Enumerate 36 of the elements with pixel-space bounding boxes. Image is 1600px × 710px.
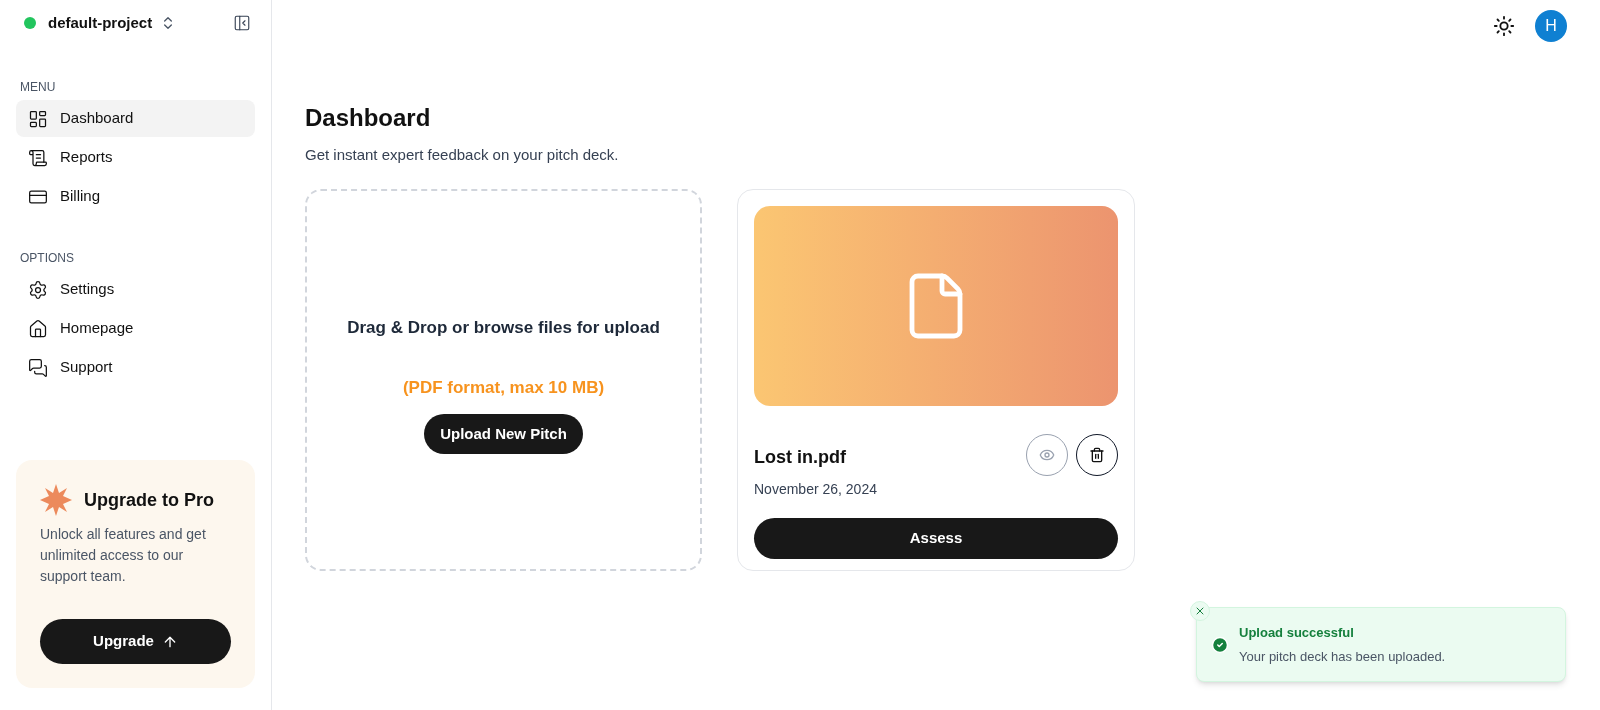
toast-title: Upload successful — [1239, 624, 1355, 642]
nav-item[interactable]: Reports — [16, 139, 255, 176]
section-heading: MENU — [19, 79, 57, 96]
file-name: Lost in.pdf — [754, 445, 847, 469]
upgrade-title: Upgrade to Pro — [84, 488, 214, 512]
nav-item[interactable]: Settings — [16, 271, 255, 308]
format-hint: (PDF format, max 10 MB) — [402, 376, 605, 399]
upload-button[interactable]: Upload New Pitch — [424, 414, 583, 454]
page-title: Dashboard — [305, 103, 432, 133]
gear-icon — [28, 279, 48, 300]
dropzone-text: Drag & Drop or browse files for upload — [347, 317, 660, 339]
section-heading: OPTIONS — [19, 250, 75, 267]
assess-button[interactable]: Assess — [754, 517, 1118, 559]
sidebar-toggle-icon[interactable] — [233, 14, 251, 32]
trash-icon — [1089, 446, 1105, 463]
success-icon — [1211, 635, 1229, 654]
chat-icon — [28, 357, 48, 378]
upgrade-text: Unlock all features and get unlimited access to our support team. — [40, 525, 207, 586]
dashboard-icon — [28, 108, 48, 129]
toast-message: Your pitch deck has been uploaded. — [1239, 647, 1446, 666]
close-button[interactable] — [1190, 601, 1210, 621]
dropzone[interactable]: Drag & Drop or browse files for upload (PDF format, max 10 MB) Upload New Pitch — [305, 188, 702, 571]
close-icon — [1194, 605, 1206, 617]
upgrade-button[interactable]: Upgrade — [40, 619, 231, 664]
project-name[interactable]: default-project — [48, 11, 153, 35]
nav-item[interactable]: Dashboard — [16, 100, 255, 137]
nav-item[interactable]: Support — [16, 349, 255, 386]
scroll-icon — [28, 147, 48, 168]
nav-item[interactable]: Homepage — [16, 310, 255, 347]
page-subtitle: Get instant expert feedback on your pitch deck. — [305, 145, 620, 165]
file-date: November 26, 2024 — [754, 479, 877, 499]
theme-toggle-icon[interactable] — [1493, 15, 1515, 37]
starburst-icon — [40, 484, 72, 516]
nav-item[interactable]: Billing — [16, 178, 255, 215]
avatar[interactable]: H — [1535, 10, 1567, 42]
house-icon — [28, 318, 48, 339]
